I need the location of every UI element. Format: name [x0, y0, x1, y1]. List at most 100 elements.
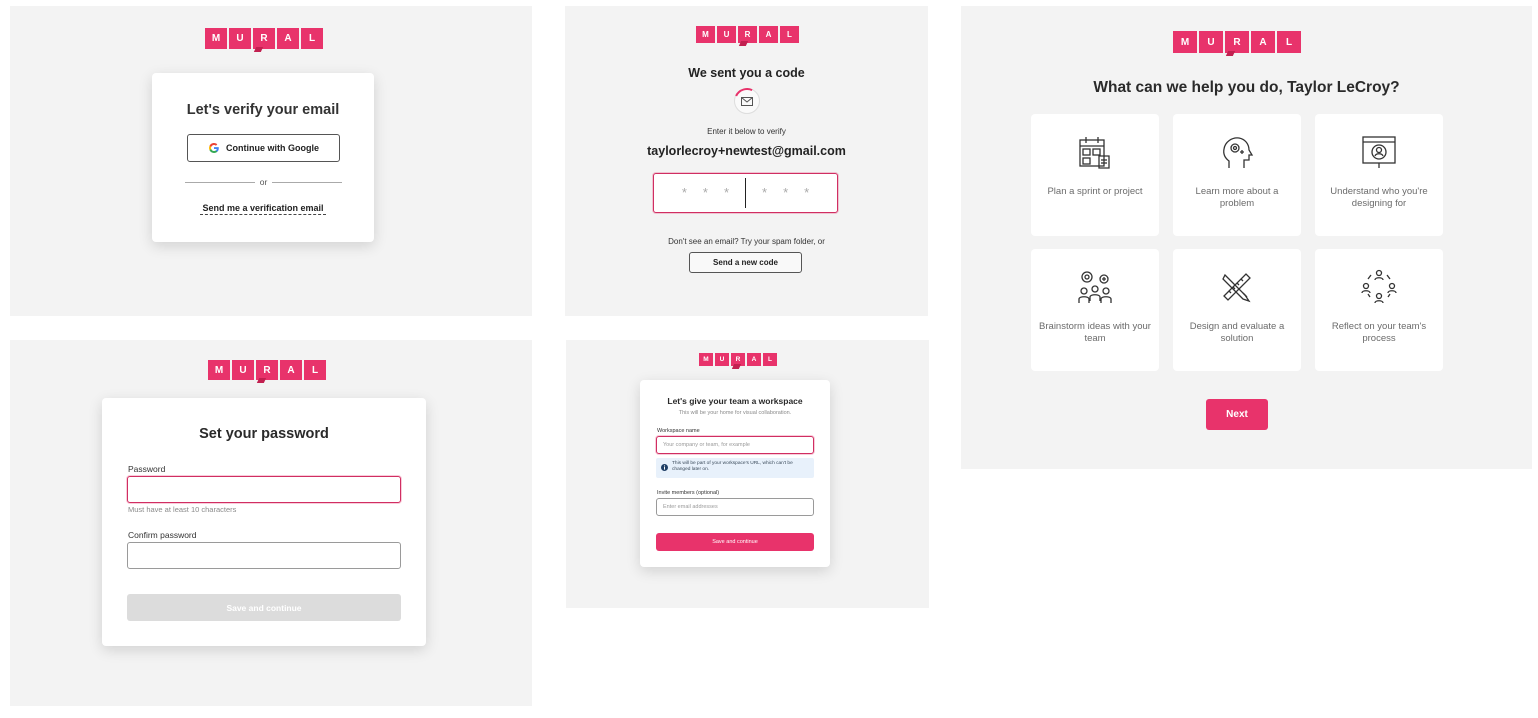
workspace-name-placeholder: Your company or team, for example: [663, 442, 750, 448]
code-digit: *: [762, 185, 768, 200]
logo-letter: U: [229, 28, 251, 49]
send-verification-email-link[interactable]: Send me a verification email: [200, 203, 326, 215]
logo-letter: U: [1199, 31, 1223, 53]
text-cursor: [745, 178, 746, 208]
logo-letter: L: [1277, 31, 1301, 53]
code-instruction: Enter it below to verify: [707, 127, 786, 136]
code-digit: *: [681, 185, 687, 200]
mural-logo: M U R A L: [1173, 31, 1301, 53]
confirm-password-input[interactable]: [127, 542, 401, 569]
password-card: Set your password Password Must have at …: [102, 398, 426, 646]
logo-letter: R: [253, 28, 275, 49]
next-button[interactable]: Next: [1206, 399, 1268, 430]
persona-screen-icon: [1362, 136, 1396, 168]
logo-letter: M: [208, 360, 230, 380]
verification-code-input[interactable]: * * * * * *: [653, 173, 838, 213]
spam-folder-text: Don't see an email? Try your spam folder…: [668, 237, 825, 246]
password-panel: M U R A L Set your password Password Mus…: [10, 340, 532, 706]
option-brainstorm[interactable]: Brainstorm ideas with your team: [1031, 249, 1159, 371]
workspace-name-label: Workspace name: [657, 428, 700, 434]
verify-email-card: Let's verify your email Continue with Go…: [152, 73, 374, 242]
google-g-icon: [209, 143, 219, 153]
code-digit: *: [783, 185, 789, 200]
verify-email-title: Let's verify your email: [186, 102, 340, 118]
logo-letter: L: [301, 28, 323, 49]
send-new-code-button[interactable]: Send a new code: [689, 252, 802, 273]
logo-letter: M: [699, 353, 713, 366]
workspace-title: Let's give your team a workspace: [667, 396, 803, 406]
calendar-plan-icon: [1079, 137, 1110, 169]
logo-letter: L: [304, 360, 326, 380]
option-label: Design and evaluate a solution: [1189, 321, 1285, 344]
envelope-icon: [730, 84, 764, 118]
head-gear-icon: [1223, 137, 1254, 168]
workspace-name-input[interactable]: Your company or team, for example: [656, 436, 814, 454]
logo-letter: U: [715, 353, 729, 366]
workspace-subtitle: This will be your home for visual collab…: [678, 410, 792, 416]
code-panel: M U R A L We sent you a code Enter it be…: [565, 6, 928, 316]
divider-line-right: [272, 182, 342, 183]
save-and-continue-button[interactable]: Save and continue: [127, 594, 401, 621]
team-cycle-icon: [1361, 269, 1397, 304]
verify-email-panel: M U R A L Let's verify your email Contin…: [10, 6, 532, 316]
google-button-label: Continue with Google: [226, 143, 319, 153]
code-email: taylorlecroy+newtest@gmail.com: [647, 144, 846, 158]
invite-members-label: Invite members (optional): [657, 490, 720, 496]
logo-letter: R: [738, 26, 757, 43]
logo-letter: L: [763, 353, 777, 366]
mural-logo: M U R A L: [696, 26, 799, 43]
option-understand-users[interactable]: Understand who you're designing for: [1315, 114, 1443, 236]
option-label: Reflect on your team's process: [1331, 321, 1427, 344]
logo-letter: M: [205, 28, 227, 49]
mural-logo: M U R A L: [699, 353, 777, 366]
invite-members-input[interactable]: Enter email addresses: [656, 498, 814, 516]
code-digit: *: [804, 185, 810, 200]
continue-with-google-button[interactable]: Continue with Google: [187, 134, 340, 162]
code-digits: * * * * * *: [654, 178, 837, 208]
option-label: Learn more about a problem: [1195, 186, 1279, 209]
logo-letter: A: [759, 26, 778, 43]
logo-letter: A: [1251, 31, 1275, 53]
password-hint: Must have at least 10 characters: [128, 505, 237, 514]
option-label: Brainstorm ideas with your team: [1039, 321, 1151, 344]
workspace-card: Let's give your team a workspace This wi…: [640, 380, 830, 567]
code-digit: *: [702, 185, 708, 200]
option-label: Plan a sprint or project: [1047, 186, 1143, 197]
logo-letter: R: [731, 353, 745, 366]
workspace-panel: M U R A L Let's give your team a workspa…: [566, 340, 929, 608]
option-plan-sprint[interactable]: Plan a sprint or project: [1031, 114, 1159, 236]
password-title: Set your password: [199, 426, 329, 442]
help-title: What can we help you do, Taylor LeCroy?: [1093, 79, 1400, 96]
mural-logo: M U R A L: [208, 360, 326, 380]
brainstorm-team-icon: [1078, 271, 1112, 303]
workspace-info-text: This will be part of your workspace's UR…: [672, 461, 793, 472]
password-input[interactable]: [127, 476, 401, 503]
code-digit: *: [723, 185, 729, 200]
code-title: We sent you a code: [688, 66, 805, 80]
logo-letter: A: [277, 28, 299, 49]
logo-letter: U: [232, 360, 254, 380]
divider-or-text: or: [259, 177, 268, 187]
option-label: Understand who you're designing for: [1330, 186, 1428, 209]
option-design-evaluate[interactable]: Design and evaluate a solution: [1173, 249, 1301, 371]
info-icon: [661, 464, 668, 471]
workspace-save-button[interactable]: Save and continue: [656, 533, 814, 551]
divider-line-left: [185, 182, 255, 183]
invite-members-placeholder: Enter email addresses: [663, 504, 718, 510]
logo-letter: L: [780, 26, 799, 43]
option-learn-problem[interactable]: Learn more about a problem: [1173, 114, 1301, 236]
logo-letter: M: [696, 26, 715, 43]
logo-letter: M: [1173, 31, 1197, 53]
logo-letter: U: [717, 26, 736, 43]
logo-letter: A: [280, 360, 302, 380]
confirm-password-label: Confirm password: [128, 530, 197, 540]
logo-letter: R: [1225, 31, 1249, 53]
workspace-info-box: This will be part of your workspace's UR…: [656, 458, 814, 478]
help-panel: M U R A L What can we help you do, Taylo…: [961, 6, 1532, 469]
password-label: Password: [128, 464, 166, 474]
mural-logo: M U R A L: [205, 28, 323, 49]
pencil-ruler-icon: [1222, 273, 1251, 303]
option-reflect-process[interactable]: Reflect on your team's process: [1315, 249, 1443, 371]
logo-letter: R: [256, 360, 278, 380]
logo-letter: A: [747, 353, 761, 366]
